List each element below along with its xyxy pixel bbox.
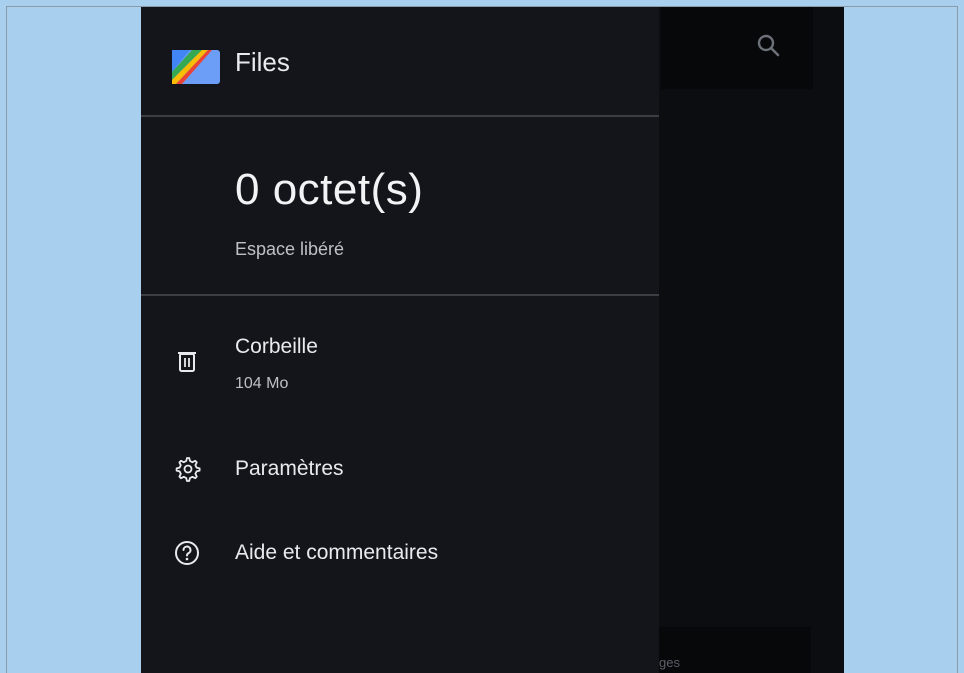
menu-item-label: Paramètres [235, 457, 344, 480]
divider [141, 294, 659, 296]
freed-space-value: 0 octet(s) [235, 165, 424, 214]
navigation-drawer: Files 0 octet(s) Espace libéré Corbeille… [141, 7, 659, 673]
trash-icon [178, 352, 196, 372]
menu-item-trash[interactable]: Corbeille 104 Mo [141, 325, 659, 395]
menu-item-settings[interactable]: Paramètres [141, 445, 659, 515]
menu-item-label: Corbeille [235, 335, 318, 358]
help-icon [175, 541, 199, 565]
menu-item-label: Aide et commentaires [235, 541, 439, 564]
freed-space-label: Espace libéré [235, 239, 345, 259]
divider [141, 115, 659, 117]
search-bar[interactable] [661, 7, 813, 89]
menu-item-sublabel: 104 Mo [235, 375, 289, 392]
background-card: ges [651, 627, 811, 673]
files-logo-icon [172, 50, 220, 84]
app-title: Files [235, 47, 290, 77]
menu-item-help[interactable]: Aide et commentaires [141, 527, 659, 597]
gear-icon [175, 457, 201, 482]
background-card-text: ges [659, 655, 680, 670]
search-icon[interactable] [754, 31, 784, 61]
